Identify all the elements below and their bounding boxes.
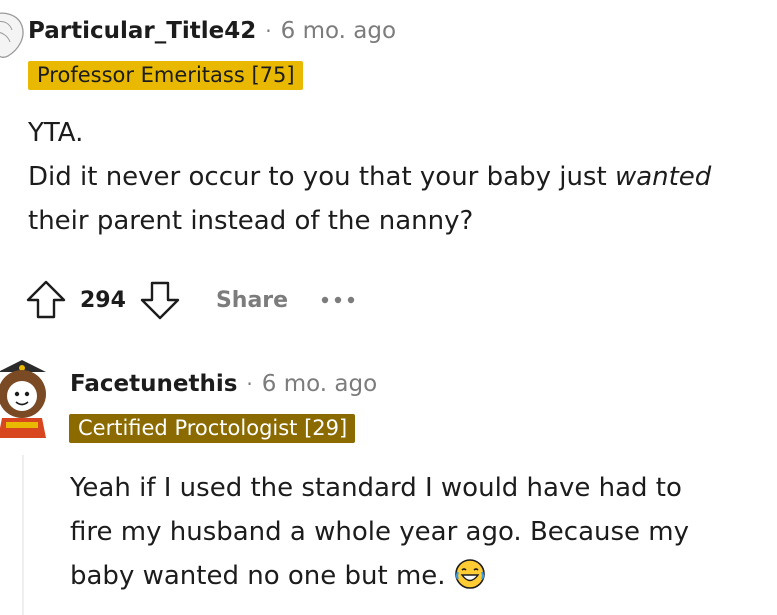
upvote-icon[interactable]: [24, 278, 68, 322]
timestamp[interactable]: 6 mo. ago: [262, 371, 377, 397]
username-link[interactable]: Particular_Title42: [28, 18, 256, 44]
user-flair: Professor Emeritass [75]: [28, 61, 303, 90]
meta-separator: ·: [246, 372, 253, 396]
body-line: Did it never occur to you that your baby…: [28, 162, 615, 192]
user-avatar[interactable]: [0, 352, 52, 444]
comment-meta: Facetunethis · 6 mo. ago: [70, 371, 377, 397]
emphasized-text: wanted: [614, 162, 712, 192]
comment-body: YTA. Did it never occur to you that your…: [28, 111, 711, 243]
comment-body: Yeah if I used the standard I would have…: [70, 466, 689, 598]
laughing-crying-emoji-icon: [455, 559, 485, 589]
body-line: their parent instead of the nanny?: [28, 206, 474, 236]
username-link[interactable]: Facetunethis: [70, 371, 237, 397]
user-flair: Certified Proctologist [29]: [69, 414, 356, 443]
body-line: Yeah if I used the standard I would have…: [70, 473, 682, 503]
body-line: baby wanted no one but me.: [70, 561, 446, 591]
body-line: YTA.: [28, 118, 84, 148]
comment-actions: 294 Share: [24, 278, 356, 322]
more-options-icon[interactable]: [320, 295, 356, 305]
comment-thread: Particular_Title42 · 6 mo. ago Professor…: [0, 0, 777, 615]
share-button[interactable]: Share: [216, 288, 288, 313]
body-line: fire my husband a whole year ago. Becaus…: [70, 517, 689, 547]
comment-meta: Particular_Title42 · 6 mo. ago: [28, 18, 396, 44]
meta-separator: ·: [265, 19, 272, 43]
user-avatar[interactable]: [0, 10, 28, 68]
thread-line[interactable]: [22, 455, 24, 615]
vote-count: 294: [80, 287, 126, 313]
downvote-icon[interactable]: [138, 278, 182, 322]
timestamp[interactable]: 6 mo. ago: [281, 18, 396, 44]
